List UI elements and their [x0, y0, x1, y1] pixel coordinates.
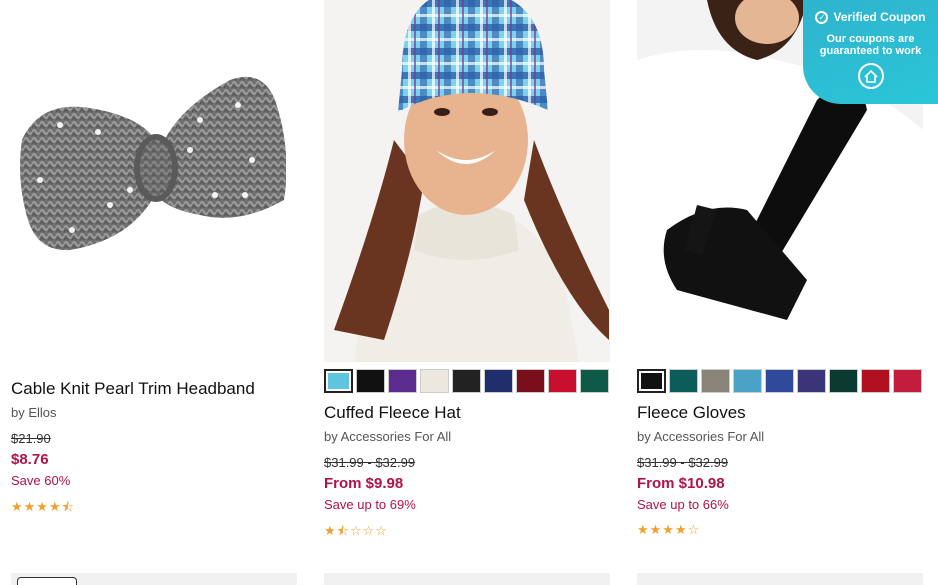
savings-label: Save up to 66% [637, 497, 729, 512]
color-swatch[interactable] [829, 369, 858, 393]
color-swatch[interactable] [452, 369, 481, 393]
headband-image [20, 76, 286, 251]
color-swatch[interactable] [765, 369, 794, 393]
color-swatch[interactable] [861, 369, 890, 393]
next-row-card[interactable] [324, 573, 610, 585]
color-swatch[interactable] [324, 369, 353, 393]
color-swatch[interactable] [701, 369, 730, 393]
product-title[interactable]: Fleece Gloves [637, 403, 923, 423]
color-swatches [324, 369, 610, 393]
product-image[interactable] [0, 0, 286, 372]
product-brand[interactable]: by Accessories For All [324, 429, 610, 444]
original-price: $31.99 - $32.99 [324, 455, 416, 470]
color-swatch[interactable] [516, 369, 545, 393]
coupon-title: Verified Coupon [833, 10, 926, 24]
rating-stars: ★⯪☆☆☆ [324, 523, 388, 538]
color-swatch[interactable] [420, 369, 449, 393]
product-brand[interactable]: by Ellos [11, 405, 286, 420]
color-swatch[interactable] [548, 369, 577, 393]
next-row-card[interactable] [637, 573, 923, 585]
color-swatch[interactable] [637, 369, 666, 393]
color-swatch[interactable] [797, 369, 826, 393]
coupon-subtitle: Our coupons are guaranteed to work [819, 33, 922, 57]
color-swatch[interactable] [893, 369, 922, 393]
savings-label: Save 60% [11, 473, 71, 488]
rating-stars: ★★★★☆ [637, 522, 701, 537]
color-swatch[interactable] [356, 369, 385, 393]
sale-price: From $10.98 [637, 475, 725, 492]
original-price: $31.99 - $32.99 [637, 455, 729, 470]
color-swatch[interactable] [669, 369, 698, 393]
color-swatch[interactable] [388, 369, 417, 393]
sale-price: $8.76 [11, 451, 49, 468]
home-icon[interactable] [857, 63, 884, 89]
product-card-hat[interactable]: Cuffed Fleece Hat by Accessories For All… [324, 0, 610, 544]
product-title[interactable]: Cable Knit Pearl Trim Headband [11, 379, 286, 399]
rating-stars: ★★★★⯪ [11, 499, 75, 514]
hat-model-image [324, 0, 610, 362]
original-price: $21.90 [11, 431, 51, 446]
check-circle-icon: ✓ [815, 10, 829, 24]
color-swatch[interactable] [580, 369, 609, 393]
product-image[interactable] [324, 0, 610, 362]
product-card-headband[interactable]: Cable Knit Pearl Trim Headband by Ellos … [0, 0, 286, 520]
next-row-card[interactable] [11, 573, 297, 585]
savings-label: Save up to 69% [324, 497, 416, 512]
product-brand[interactable]: by Accessories For All [637, 429, 923, 444]
color-swatches [637, 369, 923, 393]
sale-price: From $9.98 [324, 475, 404, 492]
color-swatch[interactable] [733, 369, 762, 393]
verified-coupon-badge[interactable]: ✓ Verified Coupon Our coupons are guaran… [803, 0, 938, 104]
product-title[interactable]: Cuffed Fleece Hat [324, 403, 610, 423]
color-swatch[interactable] [484, 369, 513, 393]
